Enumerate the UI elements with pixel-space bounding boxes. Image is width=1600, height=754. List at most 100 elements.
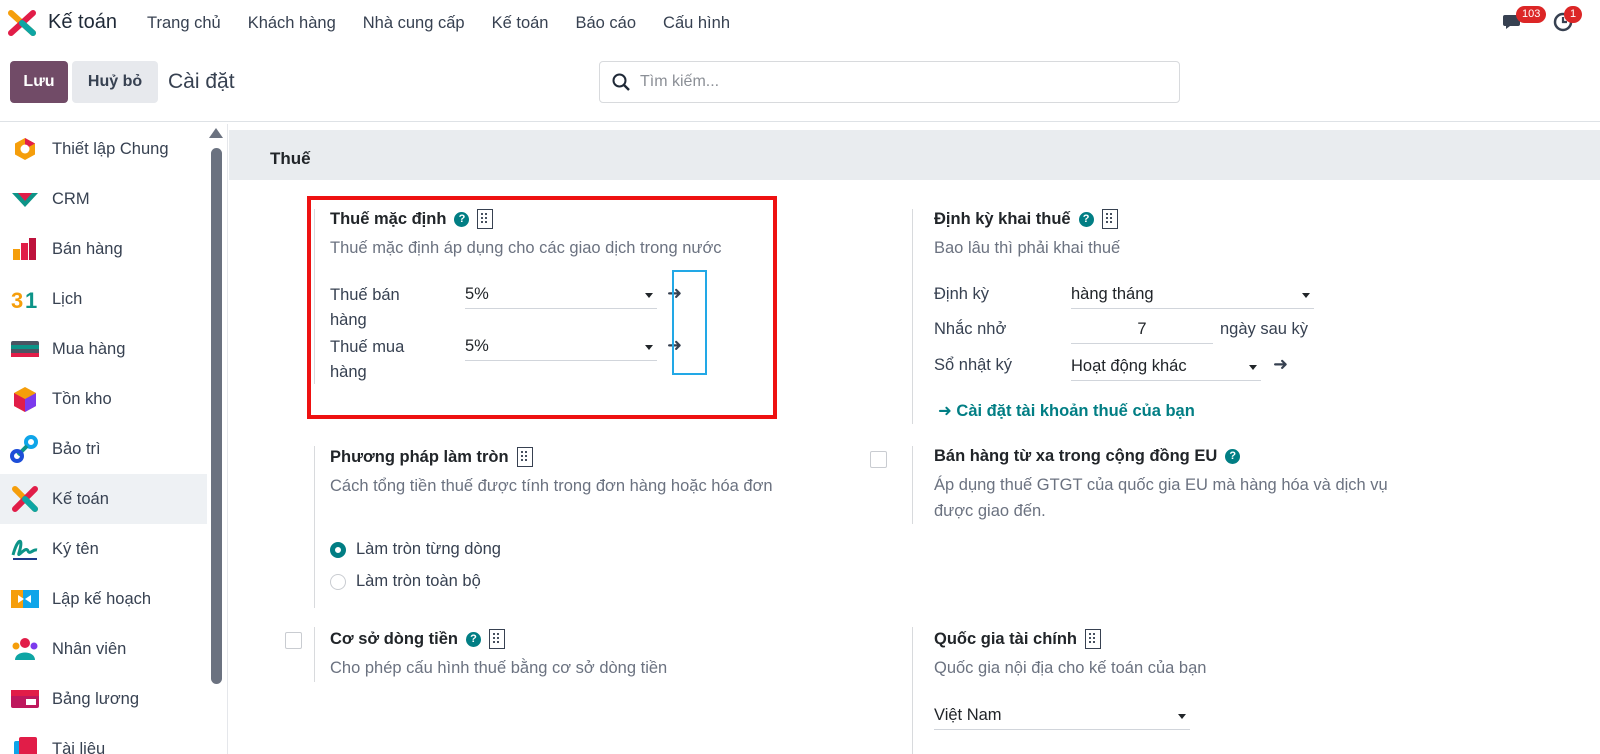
sign-icon [11, 539, 38, 560]
sidebar-item-label: Bảo trì [52, 439, 101, 458]
menu-item-accounting[interactable]: Kế toán [492, 14, 549, 33]
sidebar-item-label: Mua hàng [52, 339, 126, 358]
periodicity-select[interactable]: hàng tháng [1071, 281, 1314, 309]
inventory-box-icon [14, 387, 36, 412]
eu-distance-desc: Áp dụng thuế GTGT của quốc gia EU mà hàn… [934, 472, 1434, 524]
configure-tax-accounts-link[interactable]: ➜ Cài đặt tài khoản thuế của bạn [938, 401, 1195, 421]
sidebar-item-payroll[interactable]: Bảng lương [0, 674, 207, 724]
sidebar-item-label: Tài liệu [52, 739, 106, 754]
activities-button[interactable]: 1 [1552, 6, 1583, 34]
cash-basis-desc: Cho phép cấu hình thuế bằng cơ sở dòng t… [330, 659, 668, 677]
cash-basis-title: Cơ sở dòng tiền [330, 629, 458, 648]
menu-item-home[interactable]: Trang chủ [147, 14, 221, 33]
messages-button[interactable]: 103 [1502, 6, 1547, 34]
periodicity-label: Định kỳ [934, 285, 990, 303]
rounding-globally-label: Làm tròn toàn bộ [356, 572, 481, 590]
maintenance-icon [10, 435, 38, 463]
sidebar-item-documents[interactable]: Tài liệu [0, 724, 207, 754]
menu-item-vendors[interactable]: Nhà cung cấp [363, 14, 465, 33]
scroll-up-arrow[interactable] [209, 128, 223, 138]
menu-item-reporting[interactable]: Báo cáo [575, 14, 636, 33]
sidebar-item-label: Bảng lương [52, 689, 140, 708]
sidebar-item-maintenance[interactable]: Bảo trì [0, 424, 207, 474]
cash-basis-setting: Cơ sở dòng tiền ? Cho phép cấu hình thuế… [330, 629, 830, 681]
eu-distance-desc-line1: Áp dụng thuế GTGT của quốc gia EU mà hàn… [934, 476, 1388, 494]
rounding-globally-radio[interactable]: Làm tròn toàn bộ [330, 572, 481, 591]
setting-divider [314, 446, 315, 608]
eu-distance-title-row: Bán hàng từ xa trong cộng đồng EU ? [934, 447, 1434, 466]
company-building-icon [1085, 629, 1102, 649]
sidebar-item-planning[interactable]: Lập kế hoạch [0, 574, 207, 624]
sidebar-item-employees[interactable]: Nhân viên [0, 624, 207, 674]
purchase-card-icon [11, 341, 39, 357]
sidebar-item-label: Thiết lập Chung [52, 139, 169, 158]
company-building-icon [1101, 209, 1118, 229]
menu-item-customers[interactable]: Khách hàng [248, 14, 336, 33]
setting-divider [912, 446, 913, 524]
rounding-desc: Cách tổng tiền thuế được tính trong đơn … [330, 477, 773, 495]
sales-chart-icon [13, 238, 36, 260]
company-building-icon [516, 447, 533, 467]
eu-distance-selling-checkbox[interactable] [870, 451, 887, 468]
app-name[interactable]: Kế toán [48, 11, 117, 34]
reminder-days-input[interactable]: 7 [1071, 316, 1213, 344]
svg-text:1: 1 [25, 288, 37, 313]
cancel-button[interactable]: Huỷ bỏ [72, 61, 158, 103]
tax-periodicity-title-row: Định kỳ khai thuế ? [934, 209, 1454, 229]
accounting-icon [12, 486, 38, 512]
sidebar-item-crm[interactable]: CRM [0, 174, 207, 224]
employees-icon [12, 638, 38, 660]
save-button[interactable]: Lưu [10, 61, 68, 103]
sidebar-item-calendar[interactable]: 3 1 Lịch [0, 274, 207, 324]
journal-value: Hoạt động khác [1071, 357, 1187, 375]
journal-select[interactable]: Hoạt động khác [1071, 353, 1261, 381]
section-header: Thuế [229, 130, 1600, 180]
fiscal-country-desc: Quốc gia nội địa cho kế toán của bạn [934, 659, 1207, 677]
accounting-app-icon[interactable] [8, 10, 36, 36]
sidebar-item-inventory[interactable]: Tồn kho [0, 374, 207, 424]
sidebar-item-sales[interactable]: Bán hàng [0, 224, 207, 274]
sidebar-scrollbar-thumb[interactable] [211, 148, 222, 684]
search-input[interactable]: Tìm kiếm... [599, 61, 1180, 103]
journal-open-arrow-icon[interactable]: ➜ [1273, 354, 1288, 375]
rounding-title-row: Phương pháp làm tròn [330, 447, 890, 467]
main-menu: Trang chủ Khách hàng Nhà cung cấp Kế toá… [147, 14, 757, 33]
eu-distance-setting: Bán hàng từ xa trong cộng đồng EU ? Áp d… [934, 447, 1434, 524]
chevron-down-icon [1302, 293, 1310, 298]
help-icon[interactable]: ? [1078, 211, 1094, 227]
sidebar-item-accounting[interactable]: Kế toán [0, 474, 207, 524]
sidebar-item-purchase[interactable]: Mua hàng [0, 324, 207, 374]
radio-checked-icon [330, 541, 346, 558]
top-navbar: Kế toán Trang chủ Khách hàng Nhà cung cấ… [0, 0, 1600, 46]
tax-periodicity-desc: Bao lâu thì phải khai thuế [934, 239, 1121, 257]
cash-basis-title-row: Cơ sở dòng tiền ? [330, 629, 830, 649]
eu-distance-title: Bán hàng từ xa trong cộng đồng EU [934, 447, 1218, 465]
highlight-blue-box [672, 270, 707, 375]
menu-item-configuration[interactable]: Cấu hình [663, 14, 730, 33]
search-icon [612, 73, 630, 91]
payroll-icon [11, 690, 39, 708]
configure-tax-accounts-label: Cài đặt tài khoản thuế của bạn [956, 402, 1195, 420]
chevron-down-icon [1178, 714, 1186, 719]
svg-text:3: 3 [11, 288, 23, 313]
sidebar-item-general-settings[interactable]: Thiết lập Chung [0, 124, 207, 174]
tax-periodicity-title: Định kỳ khai thuế [934, 209, 1071, 228]
tax-periodicity-setting: Định kỳ khai thuế ? Bao lâu thì phải kha… [934, 209, 1454, 261]
rounding-per-line-label: Làm tròn từng dòng [356, 540, 501, 558]
reminder-suffix: ngày sau kỳ [1220, 320, 1309, 338]
eu-distance-desc-line2: được giao đến. [934, 502, 1046, 520]
rounding-per-line-radio[interactable]: Làm tròn từng dòng [330, 540, 501, 559]
setting-divider [912, 209, 913, 424]
help-icon[interactable]: ? [1225, 449, 1241, 464]
page-title: Cài đặt [168, 70, 235, 93]
control-panel: Lưu Huỷ bỏ Cài đặt Tìm kiếm... [0, 46, 1600, 122]
crm-icon [12, 193, 38, 207]
planning-icon [11, 590, 39, 608]
fiscal-country-select[interactable]: Việt Nam [934, 702, 1190, 730]
messages-badge: 103 [1516, 6, 1547, 23]
sidebar-item-sign[interactable]: Ký tên [0, 524, 207, 574]
settings-hex-icon [15, 138, 35, 160]
cash-basis-checkbox[interactable] [285, 632, 302, 649]
reminder-days-value: 7 [1137, 320, 1147, 338]
help-icon[interactable]: ? [465, 631, 481, 647]
